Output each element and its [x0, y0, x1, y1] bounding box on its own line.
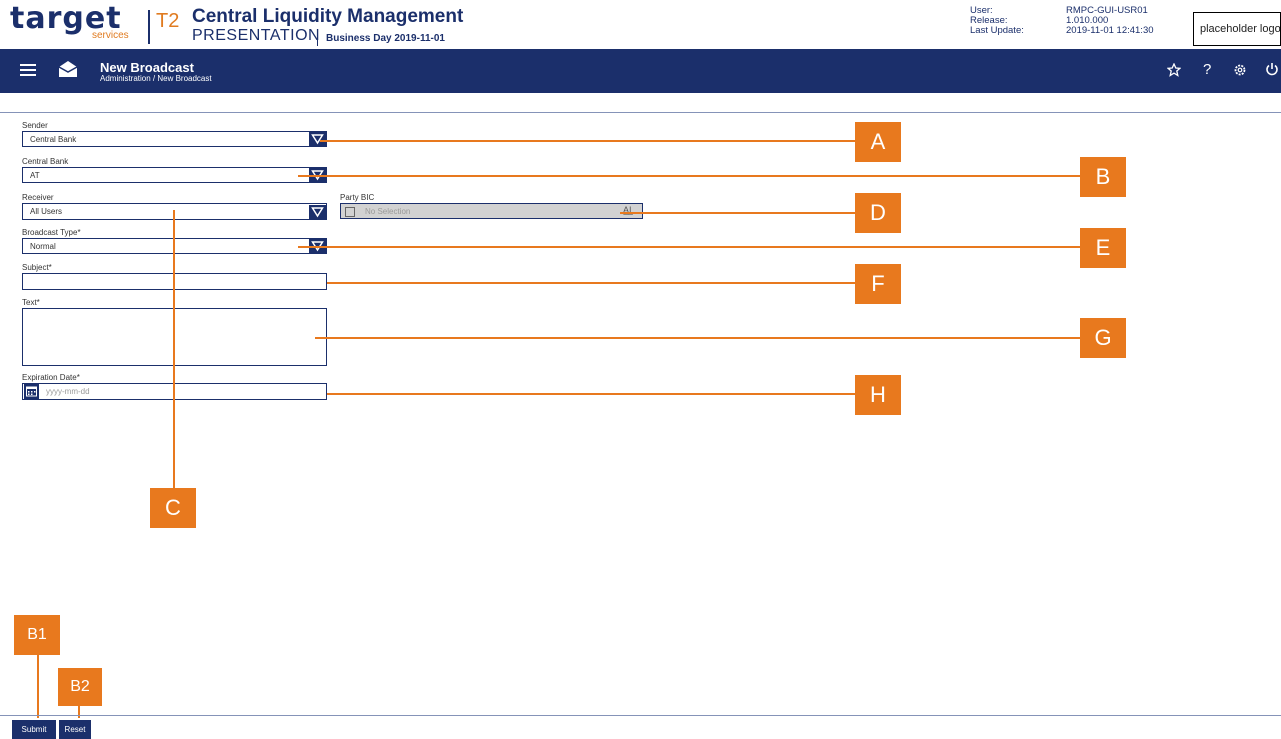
placeholder-logo: placeholder logo	[1193, 12, 1281, 46]
t2-label: T2	[156, 10, 180, 32]
target-logo-sub: services	[92, 30, 129, 41]
callout-b: B	[1080, 157, 1126, 197]
callout-g: G	[1080, 318, 1126, 358]
broadcast-type-label: Broadcast Type*	[22, 228, 81, 237]
callout-d: D	[855, 193, 901, 233]
page-title: New Broadcast	[100, 60, 194, 75]
callout-line-c	[173, 210, 175, 488]
callout-line-b2	[78, 706, 80, 718]
last-update-value: 2019-11-01 12:41:30	[1066, 25, 1154, 36]
callout-line-g	[315, 337, 1080, 339]
subject-label: Subject*	[22, 263, 52, 272]
callout-line-a	[320, 140, 855, 142]
callout-line-h	[327, 393, 855, 395]
content-divider	[0, 112, 1281, 113]
session-meta-labels: User: Release: Last Update:	[970, 6, 1024, 36]
party-bic-value: No Selection	[365, 207, 411, 216]
sender-dropdown-button[interactable]	[309, 132, 326, 146]
party-bic-checkbox	[345, 207, 355, 217]
party-bic-label: Party BIC	[340, 193, 375, 202]
receiver-label: Receiver	[22, 193, 54, 202]
menu-icon[interactable]	[20, 63, 36, 82]
footer-divider	[0, 715, 1281, 716]
sender-value: Central Bank	[30, 135, 77, 144]
central-bank-value: AT	[30, 171, 40, 180]
mail-icon	[58, 60, 78, 83]
logo-divider	[148, 10, 150, 44]
reset-button[interactable]: Reset	[59, 720, 91, 739]
settings-icon[interactable]	[1233, 63, 1247, 82]
callout-line-b1	[37, 655, 39, 718]
callout-b2: B2	[58, 668, 102, 706]
sender-dropdown[interactable]: Central Bank	[22, 131, 327, 147]
app-title: Central Liquidity Management	[192, 6, 464, 27]
calendar-icon[interactable]	[24, 384, 39, 399]
environment-label: PRESENTATION	[192, 27, 321, 44]
submit-button[interactable]: Submit	[12, 720, 56, 739]
callout-line-e	[298, 246, 1080, 248]
star-icon[interactable]	[1166, 62, 1182, 82]
callout-a: A	[855, 122, 901, 162]
receiver-value: All Users	[30, 207, 63, 216]
callout-line-d	[620, 212, 855, 214]
receiver-dropdown-button[interactable]	[309, 205, 326, 219]
power-icon[interactable]	[1265, 62, 1279, 82]
expiration-date-label: Expiration Date*	[22, 373, 80, 382]
party-bic-field: No Selection A̲I̲	[340, 203, 643, 219]
callout-line-f	[327, 282, 855, 284]
last-update-label: Last Update:	[970, 25, 1024, 36]
environment-divider	[317, 30, 318, 46]
breadcrumb: Administration / New Broadcast	[100, 74, 212, 83]
callout-e: E	[1080, 228, 1126, 268]
central-bank-dropdown[interactable]: AT	[22, 167, 327, 183]
central-bank-label: Central Bank	[22, 157, 69, 166]
session-meta-values: RMPC-GUI-USR01 1.010.000 2019-11-01 12:4…	[1066, 6, 1154, 36]
expiration-date-placeholder: yyyy-mm-dd	[46, 387, 90, 396]
callout-h: H	[855, 375, 901, 415]
sender-label: Sender	[22, 121, 48, 130]
help-icon[interactable]: ?	[1203, 61, 1211, 78]
broadcast-type-value: Normal	[30, 242, 56, 251]
callout-line-b	[298, 175, 1080, 177]
callout-b1: B1	[14, 615, 60, 655]
callout-f: F	[855, 264, 901, 304]
business-day: Business Day 2019-11-01	[326, 33, 445, 44]
text-label: Text*	[22, 298, 40, 307]
callout-c: C	[150, 488, 196, 528]
